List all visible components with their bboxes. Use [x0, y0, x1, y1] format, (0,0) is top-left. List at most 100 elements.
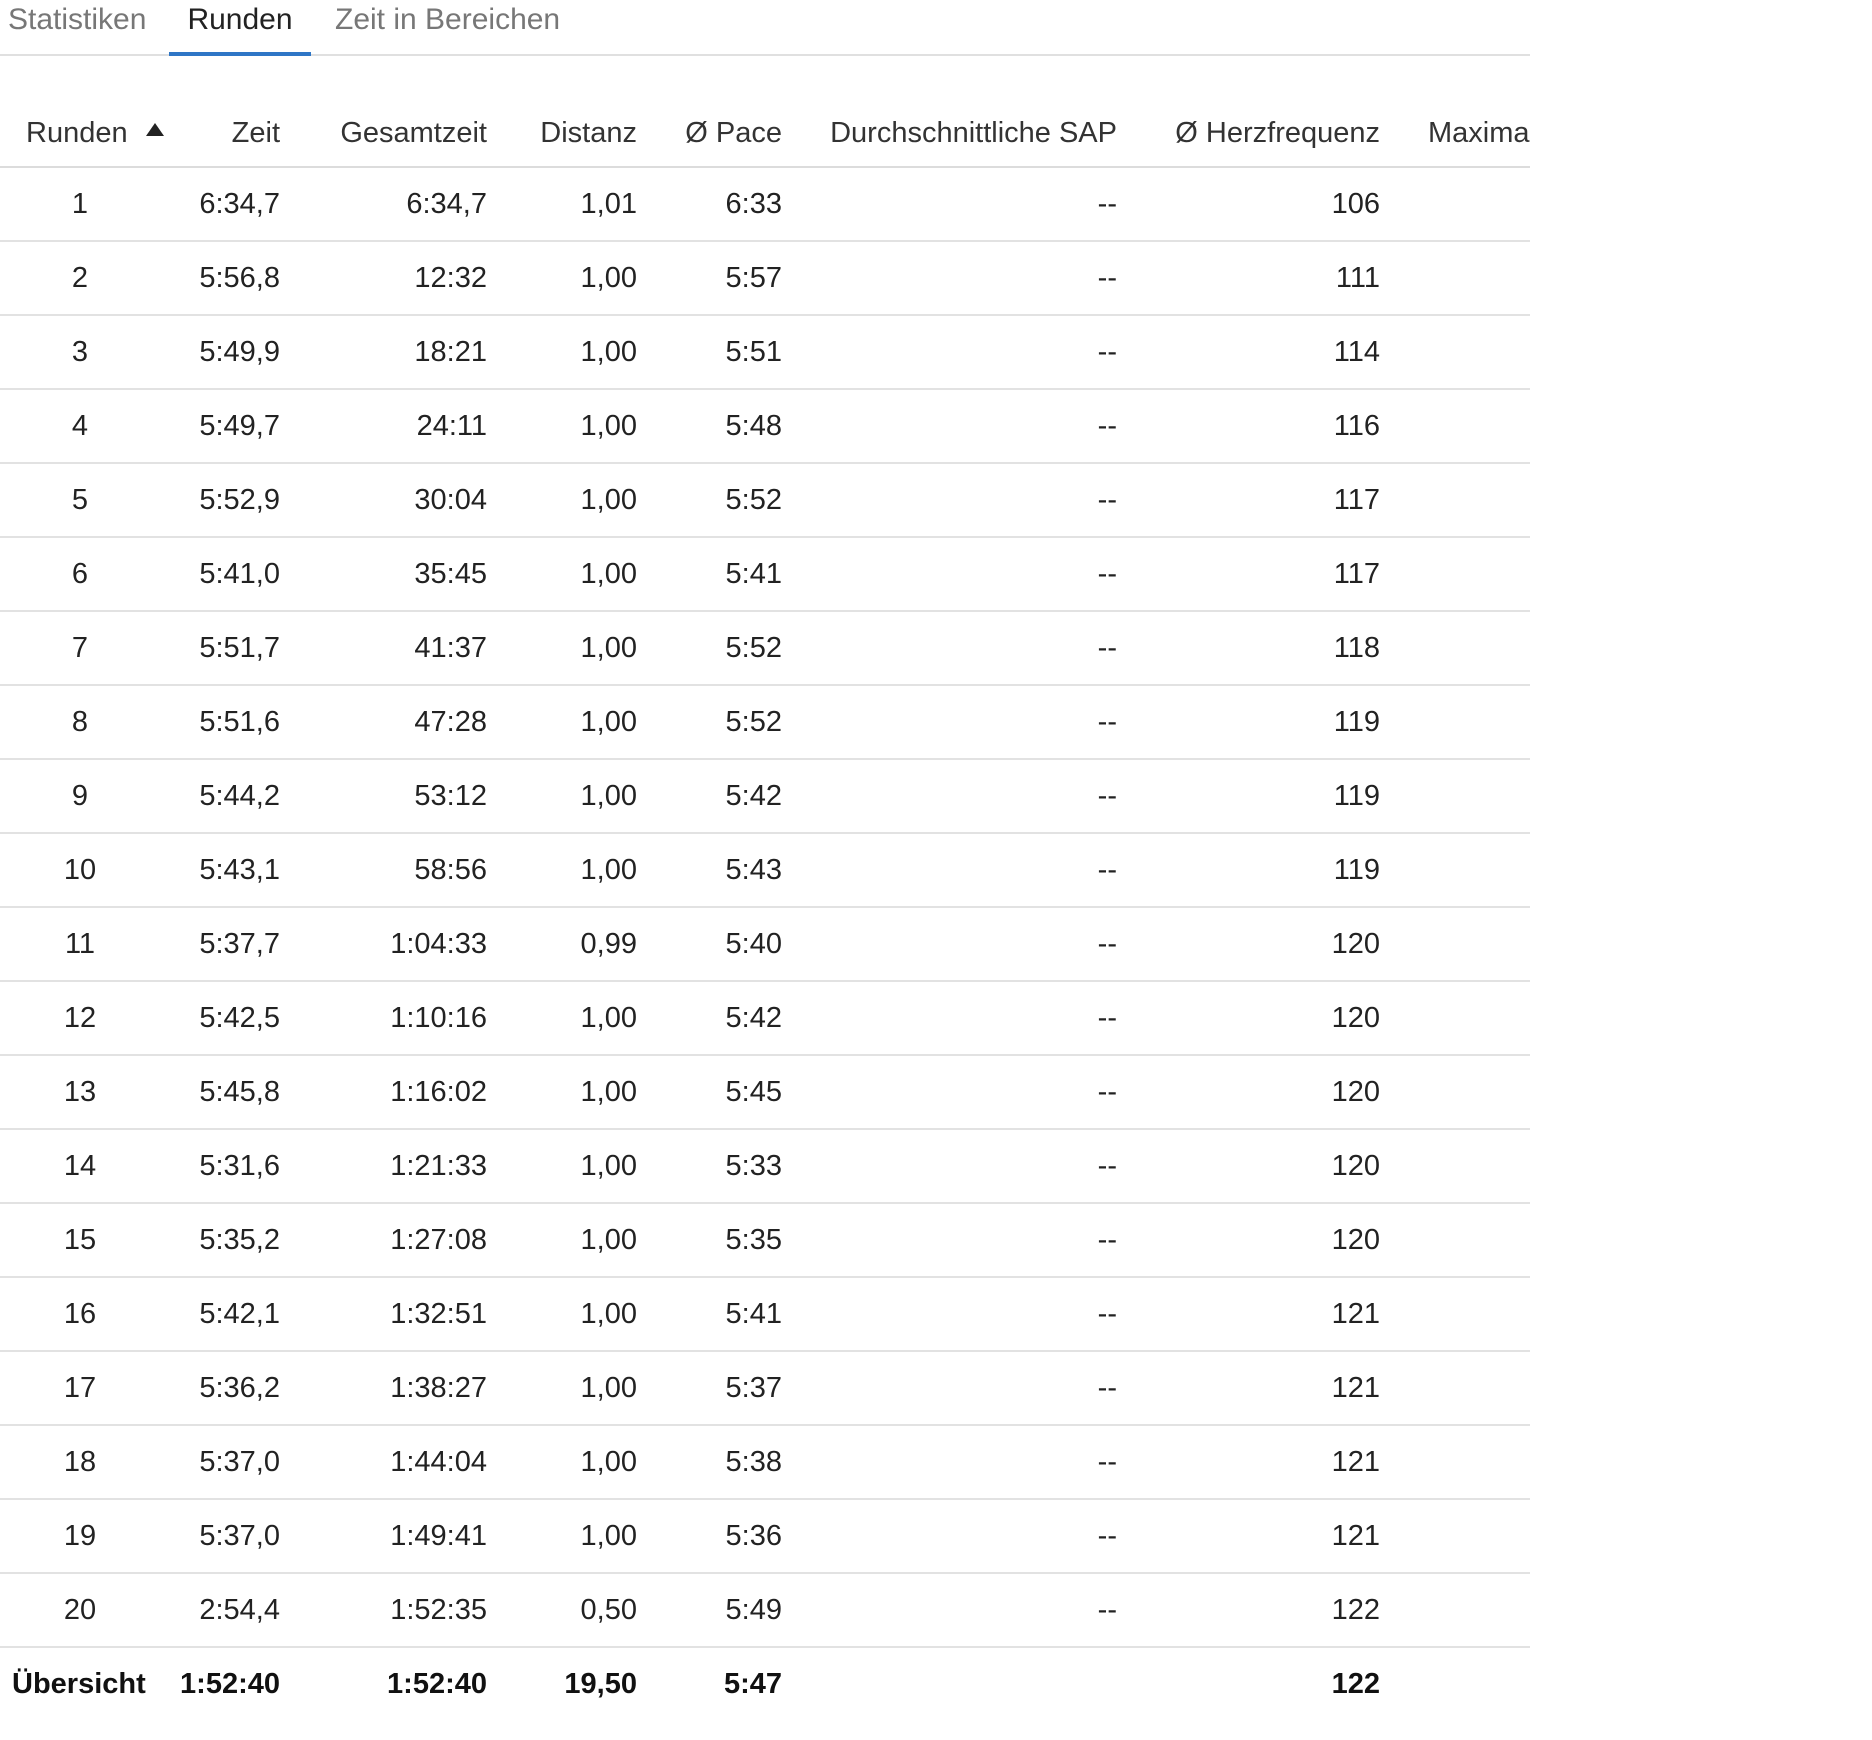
cell-sap: -- [792, 833, 1127, 908]
cell-pace: 5:42 [647, 981, 792, 1056]
cell-total-time: 1:38:27 [290, 1351, 497, 1426]
cell-total-time: 1:10:16 [290, 981, 497, 1056]
cell-time: 5:52,9 [160, 463, 290, 538]
table-row[interactable]: 11 5:37,7 1:04:33 0,99 5:40 -- 120 [0, 907, 1530, 982]
cell-pace: 5:35 [647, 1203, 792, 1278]
cell-heart-rate: 120 [1127, 1129, 1390, 1204]
cell-total-time: 1:44:04 [290, 1425, 497, 1500]
summary-cell-max [1390, 1647, 1530, 1720]
table-row[interactable]: 1 6:34,7 6:34,7 1,01 6:33 -- 106 [0, 167, 1530, 242]
column-header-herzfrequenz[interactable]: Ø Herzfrequenz [1127, 100, 1390, 168]
cell-max [1390, 1129, 1530, 1204]
cell-pace: 5:49 [647, 1573, 792, 1648]
cell-heart-rate: 121 [1127, 1499, 1390, 1574]
cell-heart-rate: 117 [1127, 537, 1390, 612]
cell-heart-rate: 120 [1127, 907, 1390, 982]
cell-total-time: 1:16:02 [290, 1055, 497, 1130]
cell-lap-number: 7 [0, 611, 160, 686]
column-header-pace[interactable]: Ø Pace [647, 100, 792, 168]
cell-distance: 1,00 [497, 685, 647, 760]
cell-distance: 1,00 [497, 759, 647, 834]
cell-sap: -- [792, 1203, 1127, 1278]
summary-row: Übersicht 1:52:40 1:52:40 19,50 5:47 122 [0, 1647, 1530, 1720]
cell-time: 5:37,0 [160, 1499, 290, 1574]
cell-heart-rate: 119 [1127, 759, 1390, 834]
column-header-maximal[interactable]: Maximal [1390, 100, 1530, 168]
column-header-sap[interactable]: Durchschnittliche SAP [792, 100, 1127, 168]
summary-cell-time: 1:52:40 [180, 1667, 280, 1700]
cell-max [1390, 1573, 1530, 1648]
summary-cell-heart-rate: 122 [1331, 1667, 1380, 1700]
cell-heart-rate: 114 [1127, 315, 1390, 390]
cell-lap-number: 18 [0, 1425, 160, 1500]
table-row[interactable]: 14 5:31,6 1:21:33 1,00 5:33 -- 120 [0, 1129, 1530, 1204]
table-row[interactable]: 8 5:51,6 47:28 1,00 5:52 -- 119 [0, 685, 1530, 760]
cell-time: 5:51,7 [160, 611, 290, 686]
cell-time: 2:54,4 [160, 1573, 290, 1648]
sort-ascending-icon[interactable] [145, 123, 164, 137]
tab-statistiken[interactable]: Statistiken [8, 0, 146, 54]
table-row[interactable]: 6 5:41,0 35:45 1,00 5:41 -- 117 [0, 537, 1530, 612]
table-body: 1 6:34,7 6:34,7 1,01 6:33 -- 106 2 5:56,8 12:32 1,… [0, 167, 1530, 1720]
cell-lap-number: 6 [0, 537, 160, 612]
table-row[interactable]: 19 5:37,0 1:49:41 1,00 5:36 -- 121 [0, 1499, 1530, 1574]
cell-distance: 1,00 [497, 1129, 647, 1204]
column-header-distanz[interactable]: Distanz [497, 100, 647, 168]
cell-heart-rate: 120 [1127, 981, 1390, 1056]
column-header-zeit[interactable]: Zeit [160, 100, 290, 168]
cell-time: 5:37,0 [160, 1425, 290, 1500]
laps-table-container[interactable]: Runden Zeit Gesamtzeit Distanz Ø Pace Du… [0, 100, 1530, 1740]
cell-time: 5:51,6 [160, 685, 290, 760]
cell-lap-number: 20 [0, 1573, 160, 1648]
cell-sap: -- [792, 389, 1127, 464]
table-row[interactable]: 10 5:43,1 58:56 1,00 5:43 -- 119 [0, 833, 1530, 908]
cell-max [1390, 1203, 1530, 1278]
cell-sap: -- [792, 759, 1127, 834]
table-row[interactable]: 7 5:51,7 41:37 1,00 5:52 -- 118 [0, 611, 1530, 686]
table-row[interactable]: 12 5:42,5 1:10:16 1,00 5:42 -- 120 [0, 981, 1530, 1056]
cell-lap-number: 5 [0, 463, 160, 538]
summary-cell-lap-number: Übersicht [12, 1667, 146, 1700]
cell-max [1390, 389, 1530, 464]
tab-runden[interactable]: Runden [169, 0, 311, 56]
cell-pace: 5:40 [647, 907, 792, 982]
cell-sap: -- [792, 167, 1127, 242]
table-row[interactable]: 9 5:44,2 53:12 1,00 5:42 -- 119 [0, 759, 1530, 834]
table-row[interactable]: 5 5:52,9 30:04 1,00 5:52 -- 117 [0, 463, 1530, 538]
cell-lap-number: 9 [0, 759, 160, 834]
tab-bar: Statistiken Runden Zeit in Bereichen [0, 0, 1530, 56]
table-row[interactable]: 2 5:56,8 12:32 1,00 5:57 -- 111 [0, 241, 1530, 316]
table-row[interactable]: 3 5:49,9 18:21 1,00 5:51 -- 114 [0, 315, 1530, 390]
cell-heart-rate: 106 [1127, 167, 1390, 242]
cell-heart-rate: 120 [1127, 1055, 1390, 1130]
cell-lap-number: 14 [0, 1129, 160, 1204]
cell-pace: 5:52 [647, 611, 792, 686]
table-row[interactable]: 20 2:54,4 1:52:35 0,50 5:49 -- 122 [0, 1573, 1530, 1648]
cell-time: 5:44,2 [160, 759, 290, 834]
table-row[interactable]: 16 5:42,1 1:32:51 1,00 5:41 -- 121 [0, 1277, 1530, 1352]
cell-pace: 5:45 [647, 1055, 792, 1130]
column-header-gesamtzeit[interactable]: Gesamtzeit [290, 100, 497, 168]
tab-zeit-in-bereichen[interactable]: Zeit in Bereichen [335, 0, 560, 54]
cell-sap: -- [792, 907, 1127, 982]
cell-time: 5:35,2 [160, 1203, 290, 1278]
cell-distance: 1,00 [497, 1277, 647, 1352]
table-row[interactable]: 18 5:37,0 1:44:04 1,00 5:38 -- 121 [0, 1425, 1530, 1500]
cell-sap: -- [792, 1425, 1127, 1500]
cell-sap: -- [792, 1499, 1127, 1574]
column-header-runden[interactable]: Runden [0, 100, 164, 168]
cell-time: 5:41,0 [160, 537, 290, 612]
cell-distance: 1,00 [497, 463, 647, 538]
cell-lap-number: 4 [0, 389, 160, 464]
cell-heart-rate: 119 [1127, 833, 1390, 908]
cell-pace: 5:41 [647, 537, 792, 612]
table-row[interactable]: 4 5:49,7 24:11 1,00 5:48 -- 116 [0, 389, 1530, 464]
table-row[interactable]: 17 5:36,2 1:38:27 1,00 5:37 -- 121 [0, 1351, 1530, 1426]
table-row[interactable]: 13 5:45,8 1:16:02 1,00 5:45 -- 120 [0, 1055, 1530, 1130]
cell-distance: 1,00 [497, 981, 647, 1056]
cell-max [1390, 1499, 1530, 1574]
cell-pace: 5:42 [647, 759, 792, 834]
table-row[interactable]: 15 5:35,2 1:27:08 1,00 5:35 -- 120 [0, 1203, 1530, 1278]
cell-time: 5:49,9 [160, 315, 290, 390]
cell-sap: -- [792, 241, 1127, 316]
